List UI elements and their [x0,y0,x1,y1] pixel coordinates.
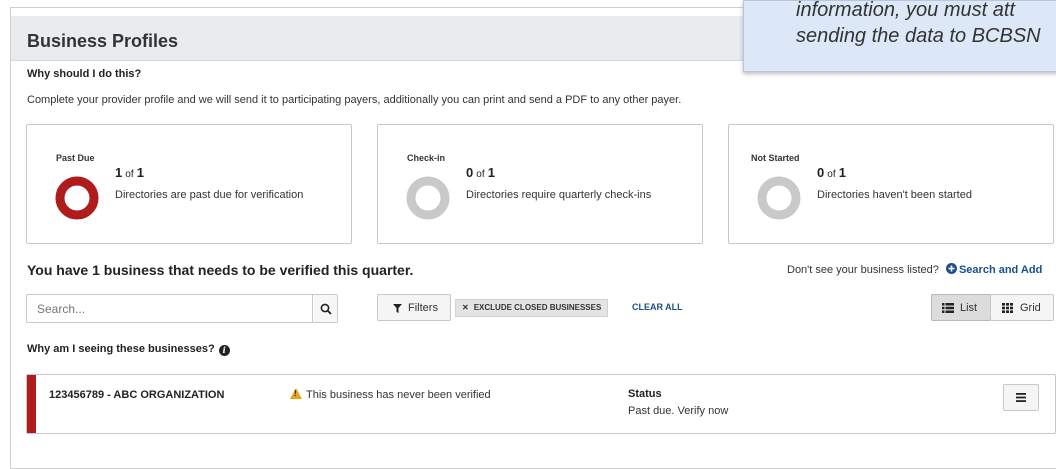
status-label: Status [628,388,662,400]
verification-headline: You have 1 business that needs to be ver… [27,262,414,278]
card-not-started[interactable]: Not Started 0 of 1 Directories haven't b… [728,124,1054,244]
card-count: 0 of 1 [466,165,495,180]
business-name: 123456789 - ABC ORGANIZATION [49,389,225,401]
card-count: 1 of 1 [115,165,144,180]
card-count: 0 of 1 [817,165,846,180]
search-input[interactable] [27,295,313,322]
info-tooltip: information, you must att sending the da… [743,0,1056,72]
clear-all-link[interactable]: CLEAR ALL [632,302,683,312]
plus-circle-icon [945,263,957,274]
search-button[interactable] [314,295,337,322]
why-seeing-title: Why am I seeing these businesses? i [27,343,230,356]
view-list-button[interactable]: List [931,294,991,321]
card-description: Directories are past due for verificatio… [115,189,304,201]
card-label: Past Due [56,153,95,163]
tooltip-line: sending the data to BCBSN [796,25,1041,47]
search-icon [320,303,332,315]
card-label: Check-in [407,153,446,163]
card-label: Not Started [751,153,800,163]
business-warning: This business has never been verified [290,388,491,401]
card-description: Directories haven't been started [817,189,972,201]
donut-chart-icon [406,176,450,220]
donut-chart-icon [757,176,801,220]
page-title: Business Profiles [27,31,179,51]
warning-icon [290,388,302,399]
view-grid-button[interactable]: Grid [990,294,1054,321]
search-and-add-link[interactable]: Search and Add [942,263,1042,276]
info-icon[interactable]: i [218,345,230,356]
row-menu-button[interactable] [1003,384,1039,411]
card-past-due[interactable]: Past Due 1 of 1 Directories are past due… [26,124,352,244]
business-row[interactable]: 123456789 - ABC ORGANIZATION This busine… [26,374,1056,434]
filter-chip-exclude-closed[interactable]: ✕ EXCLUDE CLOSED BUSINESSES [455,299,609,317]
filter-icon [393,304,402,313]
card-check-in[interactable]: Check-in 0 of 1 Directories require quar… [377,124,703,244]
grid-icon [1002,303,1013,313]
intro-description: Complete your provider profile and we wi… [27,94,682,106]
donut-chart-icon [55,176,99,220]
why-title: Why should I do this? [27,68,142,80]
status-indicator-bar [27,375,36,433]
card-description: Directories require quarterly check-ins [466,189,652,201]
status-value: Past due. Verify now [628,405,729,417]
hamburger-icon [1016,393,1026,402]
tooltip-line: information, you must att [796,0,1015,21]
list-icon [942,303,954,313]
dont-see-text: Don't see your business listed? Search a… [787,263,1043,276]
search-box [26,294,338,323]
filters-button[interactable]: Filters [377,294,451,321]
close-icon[interactable]: ✕ [462,303,469,312]
